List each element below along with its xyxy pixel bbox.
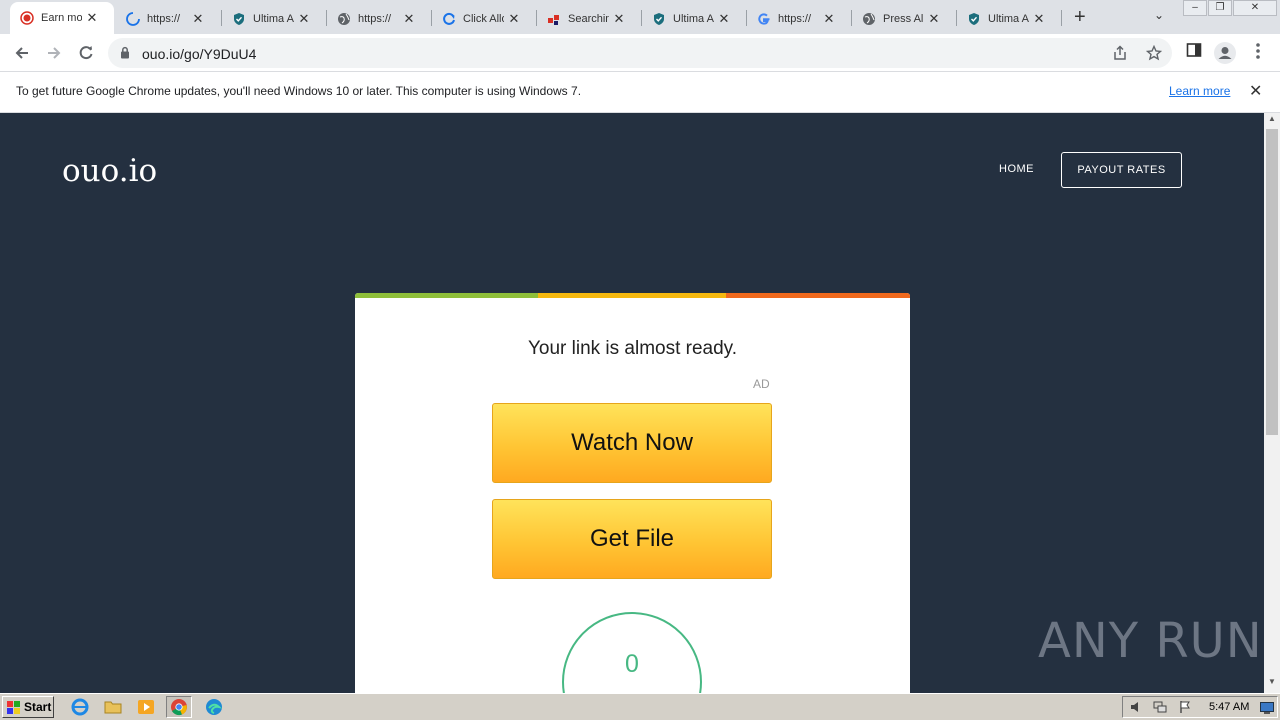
link-card: Your link is almost ready. AD Watch Now … bbox=[355, 293, 910, 693]
tab-title: https:// bbox=[358, 13, 392, 25]
media-player-icon[interactable] bbox=[137, 698, 155, 716]
infobar-close-icon[interactable]: ✕ bbox=[1249, 81, 1262, 101]
start-button[interactable]: Start bbox=[2, 696, 54, 718]
payout-rates-button[interactable]: PAYOUT RATES bbox=[1061, 152, 1182, 188]
system-tray: 5:47 AM bbox=[1122, 696, 1278, 718]
volume-icon[interactable] bbox=[1129, 700, 1143, 719]
tab-3[interactable]: Ultima A ✕ bbox=[222, 4, 326, 34]
windows-logo-icon bbox=[7, 700, 21, 714]
tab-close-icon[interactable]: ✕ bbox=[716, 11, 732, 27]
forward-arrow-icon[interactable] bbox=[43, 42, 65, 64]
tab-title: Ultima A bbox=[988, 13, 1029, 25]
tab-close-icon[interactable]: ✕ bbox=[821, 11, 837, 27]
window-controls: ‒ ❐ ✕ bbox=[1183, 0, 1278, 16]
shield-icon bbox=[652, 12, 666, 26]
address-bar[interactable]: ouo.io/go/Y9DuU4 bbox=[108, 38, 1172, 68]
chrome-icon bbox=[171, 699, 187, 716]
browser-toolbar: ouo.io/go/Y9DuU4 bbox=[0, 34, 1280, 72]
tab-strip: Earn mo ✕ https:// ✕ Ultima A ✕ https://… bbox=[0, 0, 1280, 34]
loading-icon bbox=[126, 12, 140, 26]
tab-search-chevron-icon[interactable]: ⌄ bbox=[1154, 8, 1164, 22]
google-icon bbox=[757, 12, 771, 26]
restore-button[interactable]: ❐ bbox=[1208, 0, 1232, 16]
get-file-button[interactable]: Get File bbox=[492, 499, 772, 579]
tab-close-icon[interactable]: ✕ bbox=[296, 11, 312, 27]
squares-icon bbox=[547, 12, 561, 26]
close-window-button[interactable]: ✕ bbox=[1233, 0, 1277, 16]
tab-close-icon[interactable]: ✕ bbox=[506, 11, 522, 27]
tab-title: Press All bbox=[883, 13, 924, 25]
update-infobar: To get future Google Chrome updates, you… bbox=[0, 72, 1280, 113]
edge-icon[interactable] bbox=[205, 698, 223, 716]
tab-close-icon[interactable]: ✕ bbox=[611, 11, 627, 27]
tab-title: https:// bbox=[147, 13, 181, 25]
globe-icon bbox=[862, 12, 876, 26]
action-center-flag-icon[interactable] bbox=[1178, 700, 1192, 719]
back-arrow-icon[interactable] bbox=[11, 42, 33, 64]
tab-close-icon[interactable]: ✕ bbox=[1031, 11, 1047, 27]
start-label: Start bbox=[24, 700, 52, 714]
tab-9[interactable]: Press All ✕ bbox=[852, 4, 956, 34]
internet-explorer-icon[interactable] bbox=[71, 698, 89, 716]
infobar-message: To get future Google Chrome updates, you… bbox=[16, 84, 582, 98]
shield-icon bbox=[967, 12, 981, 26]
network-icon[interactable] bbox=[1153, 700, 1167, 719]
taskbar-clock[interactable]: 5:47 AM bbox=[1209, 701, 1249, 713]
tab-title: Ultima A bbox=[253, 13, 294, 25]
chrome-taskbar-button[interactable] bbox=[166, 696, 192, 718]
nav-home-link[interactable]: HOME bbox=[999, 163, 1034, 175]
folder-icon[interactable] bbox=[104, 698, 122, 716]
tab-close-icon[interactable]: ✕ bbox=[926, 11, 942, 27]
vertical-scrollbar[interactable]: ▲ ▼ bbox=[1264, 113, 1280, 693]
tab-10[interactable]: Ultima A ✕ bbox=[957, 4, 1061, 34]
share-icon[interactable] bbox=[1112, 45, 1128, 66]
tab-2[interactable]: https:// ✕ bbox=[116, 4, 220, 34]
tab-4[interactable]: https:// ✕ bbox=[327, 4, 431, 34]
progress-color-bar bbox=[355, 293, 910, 298]
tab-7[interactable]: Ultima A ✕ bbox=[642, 4, 746, 34]
tab-separator bbox=[1061, 10, 1062, 26]
kebab-menu-icon[interactable] bbox=[1252, 42, 1264, 65]
tab-close-icon[interactable]: ✕ bbox=[401, 11, 417, 27]
watch-now-button[interactable]: Watch Now bbox=[492, 403, 772, 483]
color-bar-orange bbox=[726, 293, 910, 298]
windows-taskbar: Start 5:47 AM bbox=[0, 693, 1280, 720]
new-tab-button[interactable]: + bbox=[1074, 6, 1086, 29]
tab-title: Earn mo bbox=[41, 12, 82, 24]
scroll-down-arrow-icon[interactable]: ▼ bbox=[1264, 677, 1280, 691]
tab-1[interactable]: Earn mo ✕ bbox=[10, 2, 114, 34]
site-logo[interactable]: ouo.io bbox=[62, 153, 157, 189]
show-desktop-icon[interactable] bbox=[1260, 701, 1274, 719]
minimize-button[interactable]: ‒ bbox=[1183, 0, 1207, 16]
tab-title: Ultima A bbox=[673, 13, 714, 25]
profile-avatar-icon[interactable] bbox=[1214, 42, 1236, 69]
tab-5[interactable]: Click Allo ✕ bbox=[432, 4, 536, 34]
tab-close-icon[interactable]: ✕ bbox=[190, 11, 206, 27]
lock-icon bbox=[120, 46, 130, 64]
tab-title: Searchin bbox=[568, 13, 609, 25]
tab-8[interactable]: https:// ✕ bbox=[747, 4, 851, 34]
countdown-timer: 0 bbox=[562, 612, 702, 693]
card-title: Your link is almost ready. bbox=[527, 338, 738, 359]
tab-title: Click Allo bbox=[463, 13, 504, 25]
url-text: ouo.io/go/Y9DuU4 bbox=[142, 46, 257, 62]
bookmark-star-icon[interactable] bbox=[1145, 44, 1163, 66]
refresh-icon bbox=[442, 12, 456, 26]
color-bar-yellow bbox=[538, 293, 726, 298]
reload-icon[interactable] bbox=[75, 42, 97, 64]
scroll-up-arrow-icon[interactable]: ▲ bbox=[1264, 114, 1280, 128]
tab-6[interactable]: Searchin ✕ bbox=[537, 4, 641, 34]
record-icon bbox=[20, 11, 34, 25]
web-page: ouo.io HOME PAYOUT RATES Your link is al… bbox=[0, 113, 1264, 693]
tab-close-icon[interactable]: ✕ bbox=[84, 10, 100, 26]
globe-icon bbox=[337, 12, 351, 26]
side-panel-icon[interactable] bbox=[1186, 42, 1202, 63]
tab-title: https:// bbox=[778, 13, 812, 25]
ad-label: AD bbox=[753, 377, 770, 391]
anyrun-watermark: ANY RUN bbox=[1038, 613, 1263, 669]
shield-icon bbox=[232, 12, 246, 26]
scrollbar-thumb[interactable] bbox=[1266, 129, 1278, 435]
color-bar-green bbox=[355, 293, 538, 298]
learn-more-link[interactable]: Learn more bbox=[1169, 84, 1230, 98]
